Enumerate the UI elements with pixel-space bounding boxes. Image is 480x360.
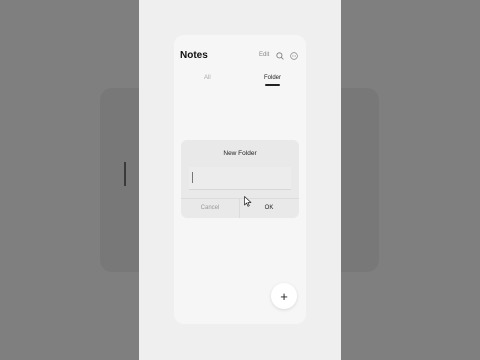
tab-all[interactable]: All bbox=[204, 75, 211, 81]
folder-name-input[interactable] bbox=[189, 167, 291, 190]
search-icon[interactable] bbox=[276, 52, 284, 60]
new-folder-dialog: New Folder Cancel OK bbox=[181, 140, 299, 218]
more-icon[interactable] bbox=[290, 52, 298, 60]
blurred-background bbox=[341, 88, 379, 272]
add-note-button[interactable]: + bbox=[271, 283, 297, 309]
blurred-background-bar bbox=[124, 162, 126, 186]
letterbox-left bbox=[0, 0, 139, 360]
text-caret bbox=[192, 172, 193, 183]
letterbox-right bbox=[341, 0, 480, 360]
tab-folder[interactable]: Folder bbox=[264, 75, 281, 81]
page-title: Notes bbox=[180, 50, 208, 61]
blurred-background bbox=[100, 88, 139, 272]
mouse-cursor-icon bbox=[244, 196, 252, 207]
active-tab-indicator bbox=[265, 84, 280, 86]
cancel-button[interactable]: Cancel bbox=[181, 199, 239, 218]
notes-app-screen: Notes Edit All Folder New Folder Cancel … bbox=[174, 35, 306, 324]
edit-button[interactable]: Edit bbox=[259, 52, 269, 58]
dialog-title: New Folder bbox=[223, 150, 257, 157]
